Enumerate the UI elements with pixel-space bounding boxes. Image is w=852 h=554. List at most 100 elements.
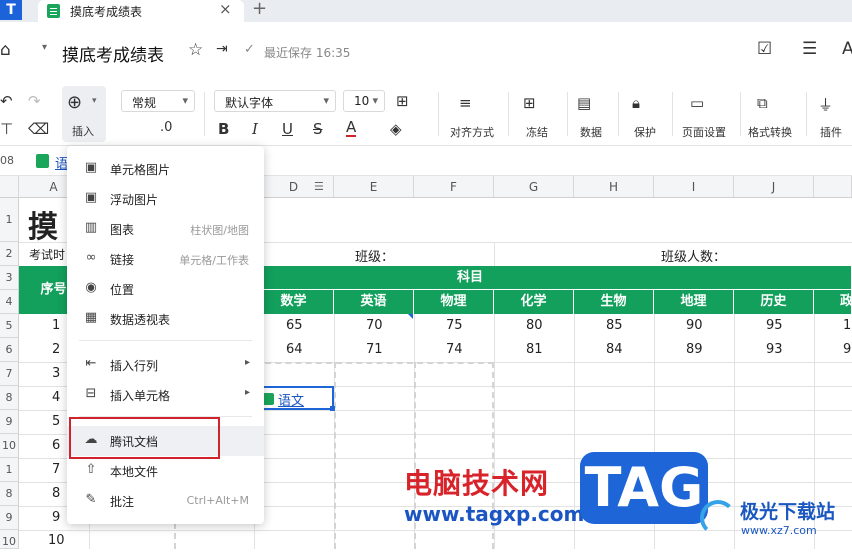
subject-header[interactable]: 英语 bbox=[334, 290, 414, 314]
column-header[interactable]: I bbox=[654, 176, 734, 198]
italic-button[interactable]: I bbox=[252, 120, 258, 138]
page-setup-label[interactable]: 页面设置 bbox=[682, 124, 726, 140]
document-link[interactable]: 语文 bbox=[278, 390, 304, 409]
column-header[interactable]: J bbox=[734, 176, 814, 198]
row-header[interactable]: 3 bbox=[0, 266, 19, 290]
table-cell[interactable]: 8 bbox=[52, 486, 60, 501]
close-tab-icon[interactable]: × bbox=[219, 0, 232, 18]
table-cell[interactable]: 7 bbox=[52, 462, 60, 477]
subject-header[interactable]: 历史 bbox=[734, 290, 814, 314]
app-logo[interactable]: T bbox=[0, 0, 22, 20]
subject-header[interactable]: 生物 bbox=[574, 290, 654, 314]
new-tab-icon[interactable]: + bbox=[252, 0, 267, 19]
home-icon[interactable]: ⌂ bbox=[0, 40, 11, 60]
font-size-select[interactable]: 10 bbox=[343, 90, 385, 112]
row-header[interactable]: 10 bbox=[0, 530, 19, 549]
row-header[interactable]: 4 bbox=[0, 290, 19, 314]
menu-item-local-file[interactable]: ⇧ 本地文件 bbox=[67, 456, 264, 486]
menu-item-insert-cell[interactable]: ⊟ 插入单元格 ▸ bbox=[67, 380, 264, 410]
table-cell[interactable]: 1 bbox=[52, 318, 60, 333]
page-setup-icon[interactable]: ▭ bbox=[690, 94, 704, 112]
column-header[interactable]: F bbox=[414, 176, 494, 198]
lock-icon[interactable]: 🔒︎ bbox=[632, 94, 640, 112]
menu-item-link[interactable]: ∞ 链接 单元格/工作表 bbox=[67, 244, 264, 274]
data-icon[interactable]: ▤ bbox=[577, 94, 591, 112]
table-cell[interactable]: 95 bbox=[766, 318, 783, 333]
table-cell[interactable]: 2 bbox=[52, 342, 60, 357]
table-cell[interactable]: 1 bbox=[843, 318, 851, 333]
table-cell[interactable]: 75 bbox=[446, 318, 463, 333]
plugin-icon[interactable]: ⏚ bbox=[818, 94, 833, 115]
row-header[interactable]: 9 bbox=[0, 506, 19, 530]
table-cell[interactable]: 3 bbox=[52, 366, 60, 381]
border-icon[interactable]: ⊞ bbox=[396, 92, 409, 110]
menu-item-cell-image[interactable]: ▣ 单元格图片 bbox=[67, 154, 264, 184]
column-header[interactable]: G bbox=[494, 176, 574, 198]
table-cell[interactable]: 6 bbox=[52, 438, 60, 453]
table-cell[interactable]: 9 bbox=[843, 342, 851, 357]
row-header[interactable]: 8 bbox=[0, 482, 19, 506]
row-header[interactable]: 8 bbox=[0, 386, 19, 410]
select-all-corner[interactable] bbox=[0, 176, 19, 198]
table-cell[interactable]: 84 bbox=[606, 342, 623, 357]
data-label[interactable]: 数据 bbox=[580, 124, 602, 140]
table-cell[interactable]: 64 bbox=[286, 342, 303, 357]
star-icon[interactable]: ☆ bbox=[188, 40, 203, 60]
decimal-places[interactable]: .0 bbox=[160, 120, 172, 135]
share-check-icon[interactable]: ☑ bbox=[757, 39, 772, 59]
subject-header[interactable]: 物理 bbox=[414, 290, 494, 314]
row-header[interactable]: 5 bbox=[0, 314, 19, 338]
table-cell[interactable]: 65 bbox=[286, 318, 303, 333]
table-cell[interactable]: 74 bbox=[446, 342, 463, 357]
row-header[interactable]: 9 bbox=[0, 410, 19, 434]
insert-button[interactable]: ⊕ ▾ 插入 bbox=[62, 86, 106, 142]
document-tab[interactable]: 摸底考成绩表 × bbox=[38, 0, 244, 22]
subject-header[interactable]: 化学 bbox=[494, 290, 574, 314]
menu-icon[interactable]: ☰ bbox=[802, 39, 817, 59]
plugin-label[interactable]: 插件 bbox=[820, 124, 842, 140]
freeze-icon[interactable]: ⊞ bbox=[523, 94, 536, 112]
font-select[interactable]: 默认字体 bbox=[214, 90, 336, 112]
column-header[interactable]: H bbox=[574, 176, 654, 198]
exam-time-label[interactable]: 考试时 bbox=[29, 246, 65, 263]
redo-icon[interactable]: ↷ bbox=[28, 92, 41, 110]
menu-item-insert-rowcol[interactable]: ⇤ 插入行列 ▸ bbox=[67, 350, 264, 380]
cell-reference[interactable]: 08 bbox=[0, 154, 14, 167]
font-a-icon[interactable]: A bbox=[842, 39, 852, 59]
convert-icon[interactable]: ⧉ bbox=[757, 94, 768, 112]
table-cell[interactable]: 70 bbox=[366, 318, 383, 333]
format-painter-icon[interactable]: ⊤ bbox=[0, 120, 13, 138]
class-label[interactable]: 班级： bbox=[355, 246, 394, 265]
underline-button[interactable]: U bbox=[282, 120, 293, 138]
table-cell[interactable]: 81 bbox=[526, 342, 543, 357]
filter-icon[interactable]: ☰ bbox=[314, 180, 324, 193]
menu-item-float-image[interactable]: ▣ 浮动图片 bbox=[67, 184, 264, 214]
row-header[interactable]: 7 bbox=[0, 362, 19, 386]
row-header[interactable]: 10 bbox=[0, 434, 19, 458]
table-cell[interactable]: 5 bbox=[52, 414, 60, 429]
menu-item-pivot[interactable]: ▦ 数据透视表 bbox=[67, 304, 264, 334]
chevron-down-icon[interactable]: ▾ bbox=[42, 42, 47, 53]
fill-handle[interactable] bbox=[330, 406, 335, 411]
class-count-label[interactable]: 班级人数： bbox=[661, 246, 726, 265]
column-header[interactable] bbox=[814, 176, 852, 198]
number-format-select[interactable]: 常规 bbox=[121, 90, 195, 112]
eraser-icon[interactable]: ⌫ bbox=[28, 120, 49, 138]
undo-icon[interactable]: ↶ bbox=[0, 92, 13, 110]
freeze-label[interactable]: 冻结 bbox=[526, 124, 548, 140]
table-cell[interactable]: 90 bbox=[686, 318, 703, 333]
row-header[interactable]: 1 bbox=[0, 458, 19, 482]
column-header[interactable]: E bbox=[334, 176, 414, 198]
subject-header[interactable]: 数学 bbox=[254, 290, 334, 314]
strikethrough-button[interactable]: S bbox=[313, 120, 323, 138]
bold-button[interactable]: B bbox=[218, 120, 229, 138]
menu-item-comment[interactable]: ✎ 批注 Ctrl+Alt+M bbox=[67, 486, 264, 516]
align-label[interactable]: 对齐方式 bbox=[450, 124, 494, 140]
font-color-button[interactable]: A bbox=[346, 120, 357, 137]
table-cell[interactable]: 4 bbox=[52, 390, 60, 405]
table-cell[interactable]: 89 bbox=[686, 342, 703, 357]
subject-header[interactable]: 地理 bbox=[654, 290, 734, 314]
fill-color-icon[interactable]: ◈ bbox=[390, 120, 402, 138]
table-cell[interactable]: 80 bbox=[526, 318, 543, 333]
row-header[interactable]: 2 bbox=[0, 242, 19, 266]
